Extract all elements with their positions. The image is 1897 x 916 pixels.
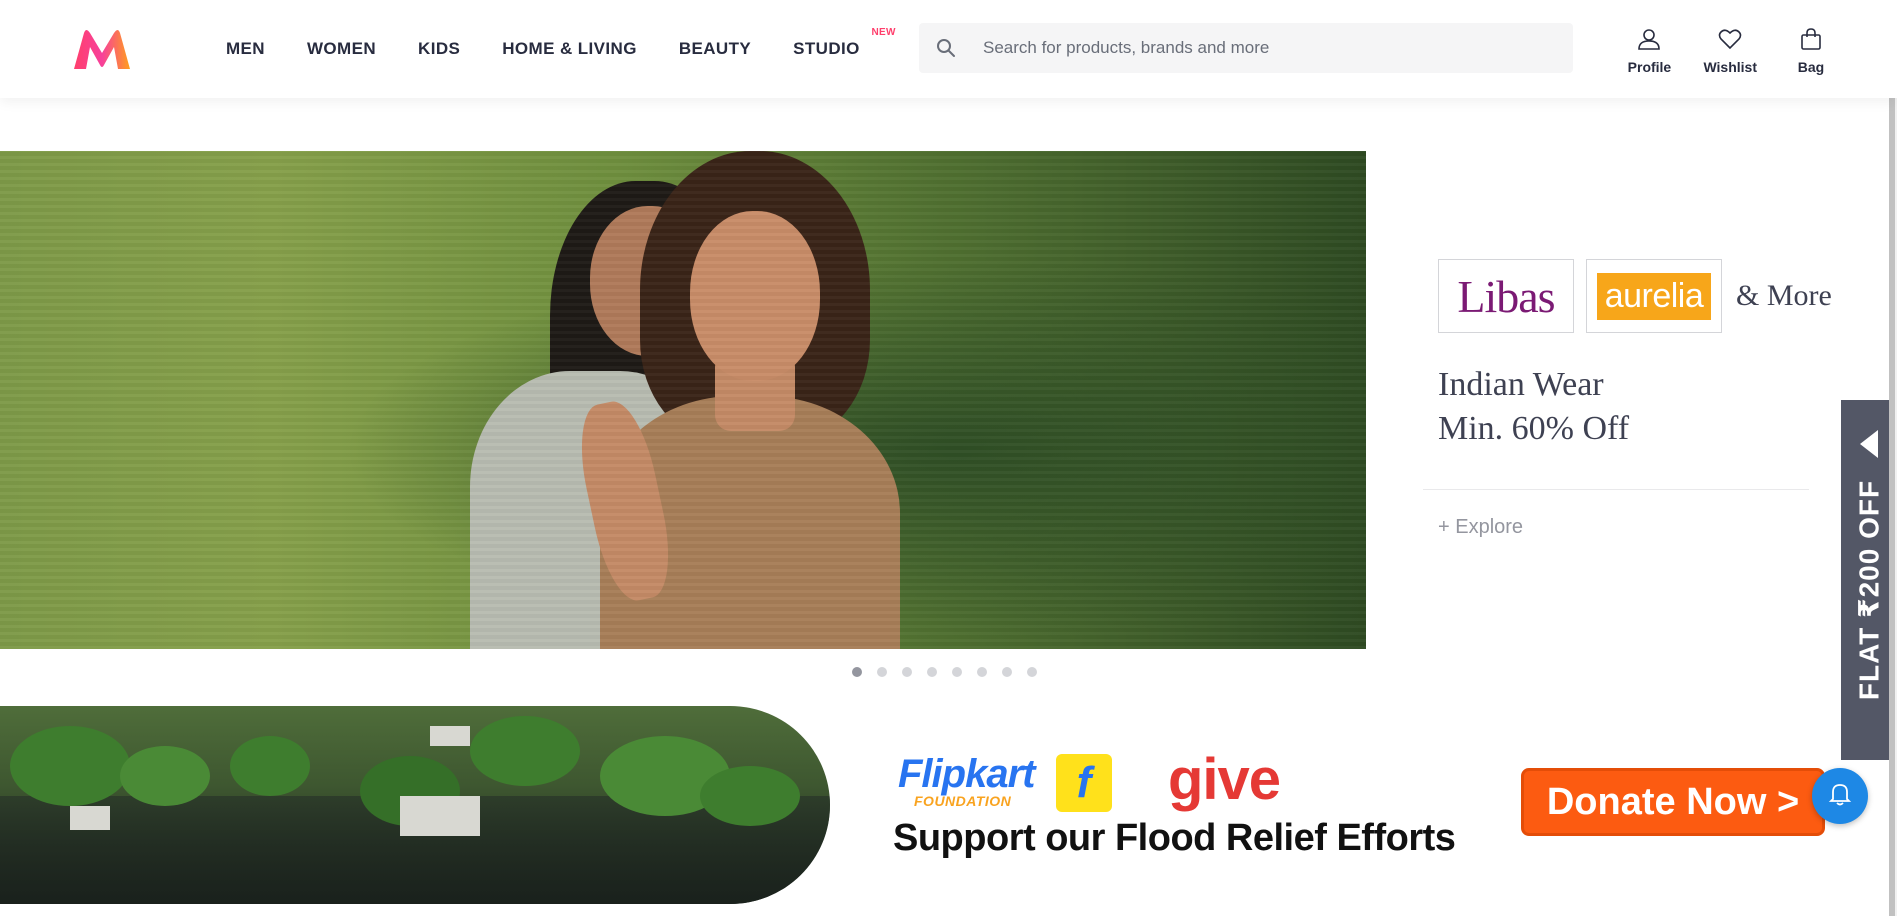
heart-icon	[1718, 28, 1742, 55]
tree	[120, 746, 210, 806]
carousel-dot[interactable]	[927, 667, 937, 677]
brand-logos: Libas aurelia & More	[1438, 259, 1832, 333]
nav-women[interactable]: WOMEN	[307, 39, 376, 59]
carousel-dots	[852, 667, 1037, 677]
house	[70, 806, 110, 830]
nav-studio[interactable]: STUDIO NEW	[793, 27, 895, 59]
hero-promo-panel: Libas aurelia & More Indian Wear Min. 60…	[1423, 151, 1843, 649]
model-front-hair	[640, 151, 870, 441]
site-header: MEN WOMEN KIDS HOME & LIVING BEAUTY STUD…	[0, 0, 1897, 98]
main-nav: MEN WOMEN KIDS HOME & LIVING BEAUTY STUD…	[226, 0, 902, 98]
bag-label: Bag	[1797, 59, 1825, 75]
libas-logo[interactable]: Libas	[1438, 259, 1574, 333]
flipkart-bag-icon: f	[1056, 754, 1112, 812]
scrollbar-thumb[interactable]	[1889, 0, 1895, 916]
carousel-dot[interactable]	[1002, 667, 1012, 677]
search-bar[interactable]	[919, 23, 1573, 73]
profile-button[interactable]: Profile	[1625, 28, 1673, 75]
nav-kids[interactable]: KIDS	[418, 39, 460, 59]
promo-title: Indian Wear Min. 60% Off	[1438, 363, 1629, 451]
bag-icon	[1800, 28, 1822, 55]
tree	[470, 716, 580, 786]
tree	[10, 726, 130, 806]
flood-title: Support our Flood Relief Efforts	[893, 817, 1456, 859]
tree	[230, 736, 310, 796]
user-icon	[1637, 28, 1661, 55]
flood-image	[0, 706, 830, 904]
carousel-dot[interactable]	[1027, 667, 1037, 677]
carousel-dot[interactable]	[852, 667, 862, 677]
hero-banner-image[interactable]	[0, 151, 1366, 649]
flood-relief-banner[interactable]: Flipkart FOUNDATION f give Support our F…	[0, 706, 1897, 904]
nav-beauty[interactable]: BEAUTY	[679, 39, 751, 59]
wishlist-button[interactable]: Wishlist	[1703, 28, 1757, 75]
flipkart-foundation-logo: Flipkart FOUNDATION	[898, 752, 1035, 809]
bag-button[interactable]: Bag	[1787, 28, 1835, 75]
promo-divider	[1423, 489, 1809, 490]
model-front-body	[600, 396, 900, 649]
nav-home-living[interactable]: HOME & LIVING	[502, 39, 637, 59]
header-actions: Profile Wishlist Bag	[1625, 28, 1835, 75]
model-front-neck	[715, 351, 795, 431]
house	[400, 796, 480, 836]
search-input[interactable]	[983, 38, 1563, 58]
carousel-dot[interactable]	[877, 667, 887, 677]
explore-link[interactable]: + Explore	[1438, 516, 1523, 539]
arrow-left-icon	[1860, 430, 1878, 458]
brands-more-text: & More	[1736, 279, 1832, 312]
model-back-hair	[550, 181, 740, 481]
model-back-face	[590, 206, 710, 356]
nav-men[interactable]: MEN	[226, 39, 265, 59]
bell-icon	[1827, 781, 1853, 812]
house	[430, 726, 470, 746]
carousel-dot[interactable]	[952, 667, 962, 677]
search-icon[interactable]	[919, 38, 973, 58]
model-arm	[569, 395, 681, 607]
aurelia-logo[interactable]: aurelia	[1586, 259, 1722, 333]
carousel-dot[interactable]	[977, 667, 987, 677]
donate-now-button[interactable]: Donate Now >	[1521, 768, 1825, 836]
wishlist-label: Wishlist	[1703, 59, 1757, 75]
myntra-logo[interactable]	[70, 27, 134, 71]
flat-offer-text: FLAT ₹200 OFF	[1853, 479, 1885, 701]
promo-title-line2: Min. 60% Off	[1438, 410, 1630, 447]
tree	[700, 766, 800, 826]
carousel-dot[interactable]	[902, 667, 912, 677]
profile-label: Profile	[1627, 59, 1672, 75]
new-badge: NEW	[871, 27, 896, 38]
page-scrollbar[interactable]	[1889, 0, 1897, 916]
notification-button[interactable]	[1812, 768, 1868, 824]
give-logo: give	[1168, 747, 1281, 812]
promo-title-line1: Indian Wear	[1438, 366, 1604, 403]
model-back-body	[470, 371, 720, 649]
model-front-face	[690, 211, 820, 381]
